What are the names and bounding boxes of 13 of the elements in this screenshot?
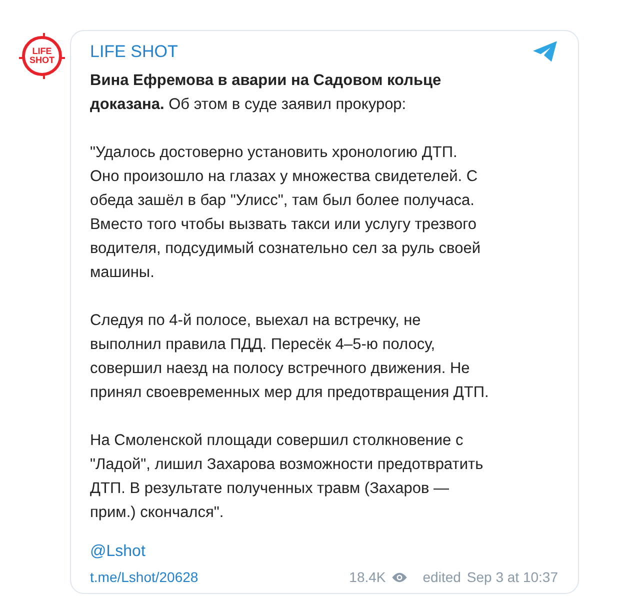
paper-plane-icon[interactable] bbox=[532, 41, 558, 63]
edited-label: edited bbox=[422, 569, 461, 585]
post-paragraph: На Смоленской площади совершил столкновение с "Ладой", лишил Захарова возможности предотвратить ДТП. В результате полученных травм (Захаров — прим.) скончался". bbox=[90, 431, 484, 523]
post-paragraph: Следуя по 4-й полосе, выехал на встречку, не выполнил правила ПДД. Пересёк 4–5-ю полосу, совершил наезд на полосу встречного движения. Не принял своевременных мер для предотвращения ДТП. bbox=[90, 311, 490, 403]
channel-name[interactable]: LIFE SHOT bbox=[90, 42, 178, 62]
channel-logo[interactable]: LIFE SHOT bbox=[22, 36, 62, 76]
channel-mention-link[interactable]: @Lshot bbox=[90, 543, 568, 561]
view-count: 18.4K bbox=[349, 569, 386, 585]
post-paragraph: Вина Ефремова в аварии на Садовом кольце доказана. Об этом в суде заявил прокурор: bbox=[90, 71, 442, 115]
eye-icon bbox=[392, 572, 407, 582]
post-date: Sep 3 at 10:37 bbox=[466, 569, 558, 585]
post-link[interactable]: t.me/Lshot/20628 bbox=[90, 569, 198, 585]
post-paragraph: "Удалось достоверно установить хронологию ДТП. Оно произошло на глазах у множества свидетелей. С обеда зашёл в бар "Улисс", там был более получаса. Вместо того чтобы вызвать такси или услугу трезвого водителя, подсудимый сознательно сел за руль своей машины. bbox=[90, 143, 482, 283]
